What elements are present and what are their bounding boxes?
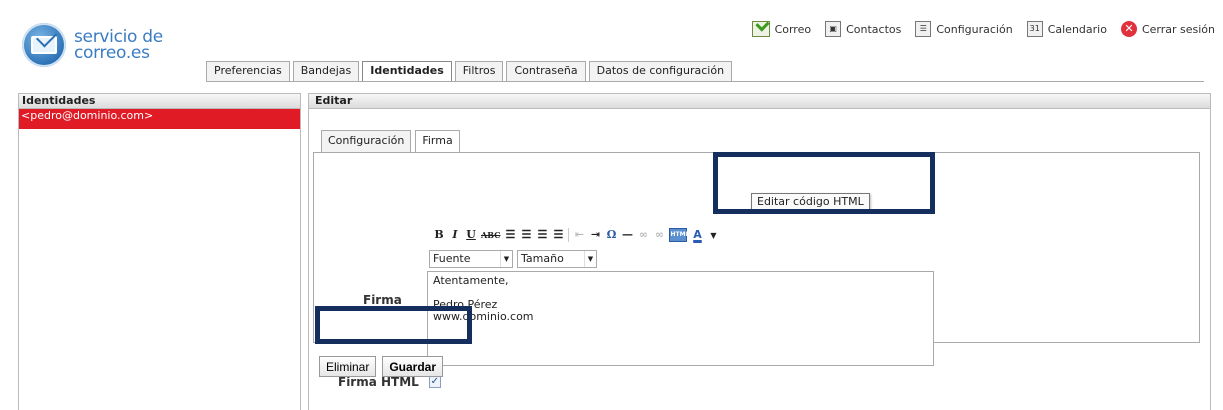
nav-configuracion-label: Configuración [936, 22, 1013, 36]
save-button[interactable]: Guardar [382, 356, 444, 377]
strikethrough-icon[interactable]: ABC [481, 227, 500, 243]
signature-line: www.dominio.com [433, 310, 534, 323]
size-select[interactable]: Tamaño ▼ [517, 250, 597, 268]
top-navigation: Correo ▣ Contactos ☰ Configuración 31 Ca… [751, 20, 1215, 38]
settings-panel-icon: ☰ [915, 21, 932, 37]
logo-text: servicio de correo.es [74, 29, 163, 63]
special-character-icon[interactable]: Ω [605, 227, 617, 243]
identity-list-item[interactable]: <pedro@dominio.com> [19, 109, 300, 129]
outdent-icon[interactable]: ⇤ [573, 227, 585, 243]
logout-icon: ✕ [1120, 21, 1137, 37]
font-color-icon[interactable]: A [691, 227, 703, 243]
nav-correo-label: Correo [774, 22, 812, 36]
highlight-box-firma-html [315, 306, 472, 344]
html-source-icon[interactable]: HTML [669, 228, 689, 242]
nav-contactos[interactable]: ▣ Contactos [825, 21, 901, 37]
align-justify-icon[interactable]: ☰ [552, 227, 564, 243]
align-left-icon[interactable]: ☰ [504, 227, 516, 243]
edit-panel-title: Editar [309, 94, 1210, 109]
nav-cerrar-sesion[interactable]: ✕ Cerrar sesión [1120, 21, 1215, 37]
align-center-icon[interactable]: ☰ [520, 227, 532, 243]
tab-contrasena[interactable]: Contraseña [506, 61, 586, 81]
bold-icon[interactable]: B [433, 227, 445, 243]
settings-tabs: Preferencias Bandejas Identidades Filtro… [206, 61, 735, 82]
firma-label: Firma [363, 293, 402, 307]
unlink-icon[interactable]: ∞ [653, 227, 665, 243]
tabs-divider [206, 81, 1204, 82]
nav-contactos-label: Contactos [846, 22, 902, 36]
identities-panel-title: Identidades [19, 94, 300, 109]
nav-correo[interactable]: Correo [751, 21, 812, 37]
horizontal-rule-icon[interactable]: — [621, 227, 633, 243]
address-book-icon: ▣ [825, 21, 842, 37]
form-buttons: Eliminar Guardar [319, 356, 444, 377]
logo-text-line2: correo.es [74, 43, 150, 63]
font-select[interactable]: Fuente ▼ [429, 250, 513, 268]
nav-cerrar-sesion-label: Cerrar sesión [1141, 22, 1215, 36]
align-right-icon[interactable]: ☰ [536, 227, 548, 243]
toolbar-separator [568, 228, 570, 242]
signature-text-area[interactable]: Atentamente, Pedro Pérez www.dominio.com [427, 271, 934, 366]
edit-subtabs: Configuración Firma [321, 130, 464, 153]
chevron-down-icon[interactable]: ▼ [707, 227, 719, 243]
chevron-down-icon: ▼ [500, 251, 512, 267]
tab-bandejas[interactable]: Bandejas [292, 61, 360, 81]
nav-configuracion[interactable]: ☰ Configuración [915, 21, 1013, 37]
calendar-icon: 31 [1026, 21, 1043, 37]
nav-calendario[interactable]: 31 Calendario [1026, 21, 1107, 37]
indent-icon[interactable]: ⇥ [589, 227, 601, 243]
highlight-box-html-button [713, 152, 935, 214]
signature-editor: B I U ABC ☰ ☰ ☰ ☰ ⇤ ⇥ Ω — ∞ ∞ HTML A ▼ F… [427, 224, 934, 374]
signature-line: Atentamente, [433, 274, 509, 287]
tab-preferencias[interactable]: Preferencias [206, 61, 290, 81]
subtab-firma[interactable]: Firma [415, 130, 460, 153]
tab-identidades[interactable]: Identidades [362, 61, 452, 82]
font-select-value: Fuente [433, 252, 471, 265]
link-icon[interactable]: ∞ [637, 227, 649, 243]
logo: servicio de correo.es [22, 20, 202, 70]
firma-html-label: Firma HTML [338, 375, 419, 389]
signature-line [433, 287, 928, 299]
editor-toolbar: B I U ABC ☰ ☰ ☰ ☰ ⇤ ⇥ Ω — ∞ ∞ HTML A ▼ [433, 226, 719, 244]
chevron-down-icon: ▼ [584, 251, 596, 267]
identities-panel: Identidades <pedro@dominio.com> [18, 93, 301, 410]
tab-filtros[interactable]: Filtros [454, 61, 504, 81]
firma-html-checkbox[interactable]: ✓ [428, 376, 441, 388]
firma-html-row: Firma HTML ✓ [338, 375, 441, 389]
underline-icon[interactable]: U [465, 227, 477, 243]
edit-panel: Editar Configuración Firma Firma B I U A… [308, 93, 1211, 410]
editor-selects: Fuente ▼ Tamaño ▼ [429, 250, 597, 268]
nav-calendario-label: Calendario [1047, 22, 1107, 36]
italic-icon[interactable]: I [449, 227, 461, 243]
envelope-logo-icon [22, 23, 66, 67]
delete-button[interactable]: Eliminar [319, 356, 377, 377]
subtab-configuracion[interactable]: Configuración [321, 130, 412, 152]
size-select-value: Tamaño [521, 252, 564, 265]
tab-datos-configuracion[interactable]: Datos de configuración [588, 61, 733, 81]
mail-inbox-icon [751, 21, 770, 37]
